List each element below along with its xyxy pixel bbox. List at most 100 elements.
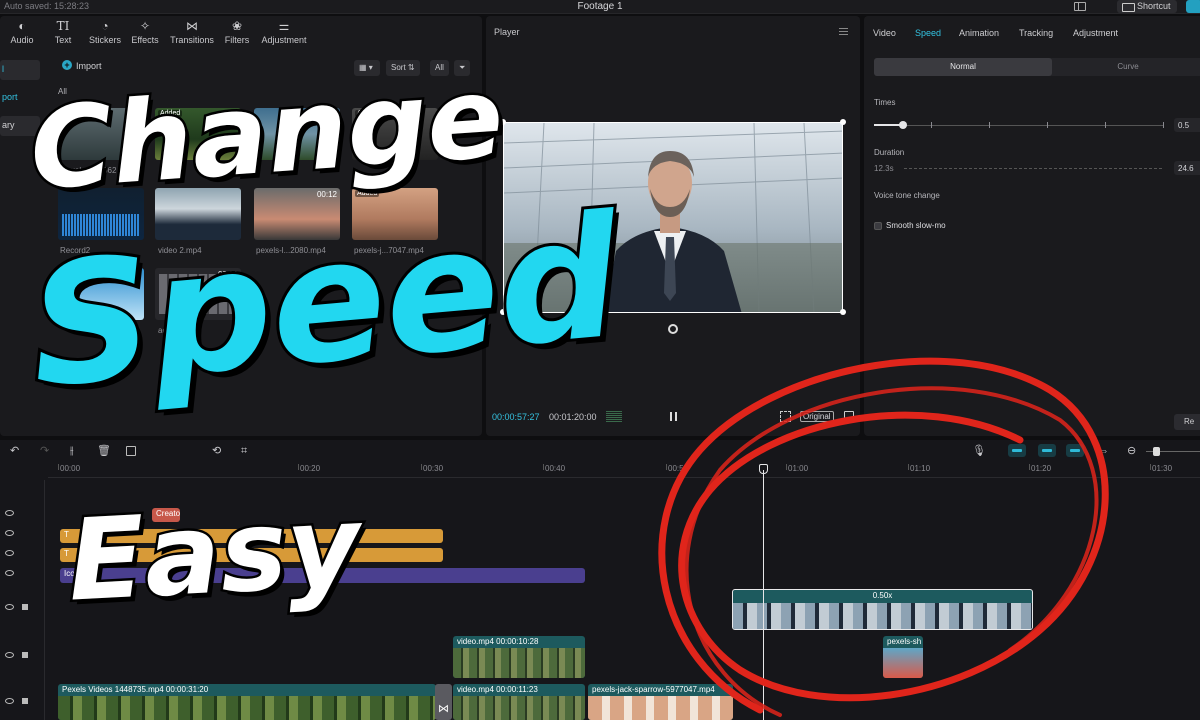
timeline-ruler[interactable]: 00:00 00:20 00:30 00:40 00:50 01:00 01:1… bbox=[48, 464, 1200, 478]
original-ratio-button[interactable]: Original bbox=[800, 411, 834, 422]
ruler-label: 01:00 bbox=[788, 464, 809, 473]
audio-icon: ◐ bbox=[18, 19, 26, 33]
slider-tick bbox=[1047, 122, 1048, 128]
video-clip[interactable]: pexels-jack-sparrow-5977047.mp4 bbox=[588, 684, 733, 720]
tab-audio[interactable]: ◐ Audio bbox=[8, 19, 36, 49]
tab-text[interactable]: TI Text bbox=[50, 19, 76, 49]
visibility-icon[interactable] bbox=[5, 652, 14, 658]
curve-speed-tab[interactable]: Curve bbox=[1052, 58, 1200, 76]
ruler-tick bbox=[298, 464, 299, 470]
preview-axis-icon[interactable]: ⇔ bbox=[1098, 445, 1109, 457]
fit-icon[interactable] bbox=[780, 411, 791, 422]
audio-toggle-icon[interactable] bbox=[22, 604, 28, 610]
audio-toggle-icon[interactable] bbox=[22, 652, 28, 658]
slider-tick bbox=[1163, 122, 1164, 128]
times-slider-knob[interactable] bbox=[899, 121, 907, 129]
tab-tracking[interactable]: Tracking bbox=[1019, 28, 1053, 38]
microphone-icon[interactable]: 🎙 bbox=[972, 445, 986, 457]
visibility-icon[interactable] bbox=[5, 530, 14, 536]
current-timecode: 00:00:57:27 bbox=[492, 412, 540, 422]
layout-icon[interactable] bbox=[1074, 2, 1086, 11]
video-clip[interactable]: video.mp4 00:00:10:28 bbox=[453, 636, 585, 678]
ruler-label: 00:40 bbox=[545, 464, 566, 473]
redo-icon[interactable]: ↷ bbox=[40, 445, 49, 457]
project-title: Footage 1 bbox=[577, 1, 623, 12]
clip-filmstrip bbox=[588, 696, 733, 720]
tab-effects[interactable]: ✧ Effects bbox=[129, 19, 161, 49]
ruler-label: 00:20 bbox=[300, 464, 321, 473]
undo-icon[interactable]: ↶ bbox=[10, 445, 19, 457]
tab-transitions[interactable]: ⋈ Transitions bbox=[167, 19, 217, 49]
main-video-clip[interactable]: Pexels Videos 1448735.mp4 00:00:31:20 bbox=[58, 684, 436, 720]
menu-icon[interactable] bbox=[839, 28, 848, 35]
sidebar-item-local[interactable]: l bbox=[0, 60, 40, 80]
visibility-icon[interactable] bbox=[5, 570, 14, 576]
clip-label: pexels-jack-sparrow-5977047.mp4 bbox=[592, 685, 715, 694]
visibility-icon[interactable] bbox=[5, 510, 14, 516]
tab-stickers[interactable]: ◔ Stickers bbox=[86, 19, 124, 49]
audio-toggle-icon[interactable] bbox=[22, 698, 28, 704]
normal-speed-tab[interactable]: Normal bbox=[874, 58, 1052, 76]
times-slider[interactable] bbox=[874, 125, 1164, 126]
pause-icon[interactable] bbox=[670, 412, 677, 421]
duration-from: 12.3s bbox=[874, 164, 894, 173]
ruler-label: 00:30 bbox=[423, 464, 444, 473]
delete-icon[interactable]: 🗑 bbox=[97, 445, 111, 457]
rotate-clip-icon[interactable]: ⟲ bbox=[212, 445, 221, 457]
clip-label: Pexels Videos 1448735.mp4 00:00:31:20 bbox=[62, 685, 209, 694]
import-button[interactable]: Import bbox=[62, 60, 102, 71]
video-clip[interactable]: pexels-sh bbox=[883, 636, 923, 678]
tab-filters[interactable]: ❀ Filters bbox=[222, 19, 252, 49]
tab-animation[interactable]: Animation bbox=[959, 28, 999, 38]
visibility-icon[interactable] bbox=[5, 604, 14, 610]
overlay-title-easy: Easy bbox=[62, 479, 365, 629]
ruler-tick bbox=[908, 464, 909, 470]
ruler-tick bbox=[421, 464, 422, 470]
tab-adjustment[interactable]: Adjustment bbox=[1073, 28, 1118, 38]
app-root: Auto saved: 15:28:23 Footage 1 Shortcut … bbox=[0, 0, 1200, 720]
shortcut-button[interactable]: Shortcut bbox=[1117, 0, 1177, 13]
selected-video-clip[interactable]: 0.50x bbox=[732, 589, 1033, 630]
track-controls bbox=[0, 650, 44, 670]
zoom-slider-knob[interactable] bbox=[1153, 447, 1160, 456]
duration-arrow bbox=[904, 168, 1162, 169]
freeze-icon[interactable] bbox=[126, 446, 136, 456]
tab-speed[interactable]: Speed bbox=[915, 28, 941, 38]
magnet-icon[interactable] bbox=[1008, 444, 1026, 457]
linkage-icon[interactable] bbox=[1066, 444, 1084, 457]
clip-filmstrip bbox=[453, 696, 585, 720]
track-controls bbox=[0, 528, 44, 548]
fullscreen-icon[interactable] bbox=[844, 411, 854, 421]
ruler-tick bbox=[786, 464, 787, 470]
tab-label: Text bbox=[54, 35, 72, 45]
ruler-tick bbox=[58, 464, 59, 470]
times-label: Times bbox=[874, 98, 896, 107]
properties-tabs: Video Speed Animation Tracking Adjustmen… bbox=[864, 16, 1200, 50]
smooth-slowmo-checkbox[interactable] bbox=[874, 222, 882, 230]
export-button[interactable] bbox=[1186, 0, 1200, 13]
track-controls bbox=[0, 602, 44, 622]
tab-label: Filters bbox=[224, 35, 250, 45]
rotate-icon[interactable] bbox=[668, 324, 678, 334]
clip-label: pexels-sh bbox=[887, 637, 922, 646]
video-clip[interactable]: video.mp4 00:00:11:23 bbox=[453, 684, 585, 720]
times-value[interactable]: 0.5 bbox=[1174, 118, 1200, 132]
tab-label: Audio bbox=[10, 35, 34, 45]
resize-handle[interactable] bbox=[840, 119, 846, 125]
tab-video[interactable]: Video bbox=[873, 28, 896, 38]
tab-adjustment[interactable]: ⚌ Adjustment bbox=[259, 19, 309, 49]
reset-button[interactable]: Re bbox=[1174, 414, 1200, 430]
visibility-icon[interactable] bbox=[5, 550, 14, 556]
crop-icon[interactable]: ⌗ bbox=[241, 445, 247, 457]
resize-handle[interactable] bbox=[840, 309, 846, 315]
clip-filmstrip bbox=[733, 603, 1032, 629]
duration-value[interactable]: 24.6 bbox=[1174, 161, 1200, 175]
auto-snap-icon[interactable] bbox=[1038, 444, 1056, 457]
effects-icon: ✧ bbox=[139, 19, 151, 33]
split-icon[interactable]: ⫲ bbox=[70, 445, 74, 457]
speed-mode-switch: Normal Curve bbox=[874, 58, 1200, 76]
zoom-out-icon[interactable]: ⊖ bbox=[1127, 445, 1136, 457]
visibility-icon[interactable] bbox=[5, 698, 14, 704]
transition-marker[interactable]: ⋈ bbox=[435, 684, 452, 720]
playhead[interactable] bbox=[763, 470, 764, 720]
